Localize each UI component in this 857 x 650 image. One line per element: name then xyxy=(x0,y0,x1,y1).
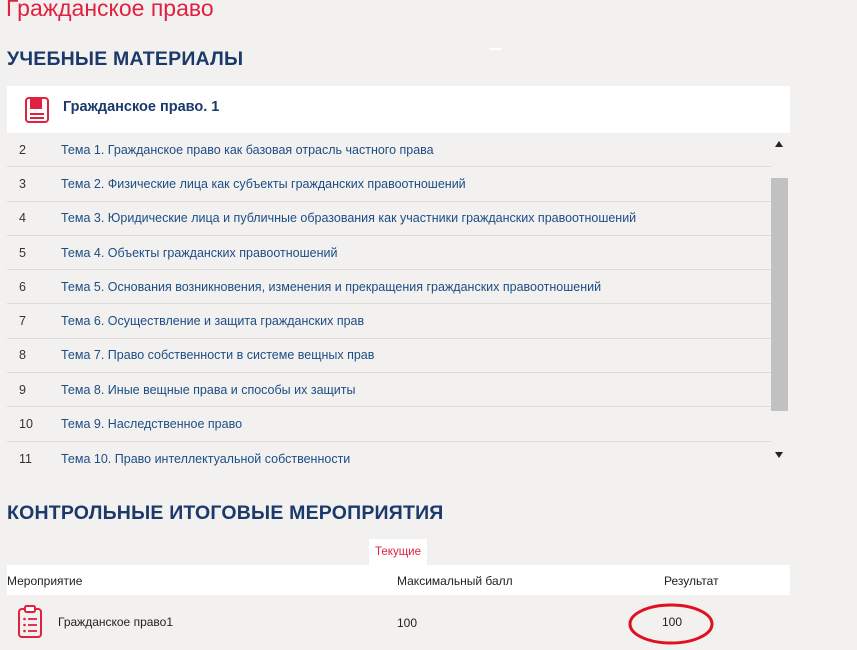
topic-row[interactable]: 3 Тема 2. Физические лица как субъекты г… xyxy=(7,167,771,202)
topic-row[interactable]: 8 Тема 7. Право собственности в системе … xyxy=(7,339,771,374)
highlight-annotation-ellipse xyxy=(628,603,714,645)
topic-list: 2 Тема 1. Гражданское право как базовая … xyxy=(7,133,771,469)
topic-row[interactable]: 10 Тема 9. Наследственное право xyxy=(7,407,771,442)
book-icon xyxy=(25,97,49,123)
topic-link[interactable]: Тема 1. Гражданское право как базовая от… xyxy=(61,143,434,157)
scroll-up-arrow-icon[interactable] xyxy=(775,141,783,147)
topic-number: 8 xyxy=(19,348,26,363)
topic-link[interactable]: Тема 4. Объекты гражданских правоотношен… xyxy=(61,246,337,260)
column-header-max-score: Максимальный балл xyxy=(397,574,513,588)
course-card[interactable]: Гражданское право. 1 xyxy=(7,86,790,133)
divider xyxy=(489,48,501,50)
events-section-title: КОНТРОЛЬНЫЕ ИТОГОВЫЕ МЕРОПРИЯТИЯ xyxy=(7,502,444,524)
topic-row[interactable]: 7 Тема 6. Осуществление и защита граждан… xyxy=(7,304,771,339)
materials-section-title: УЧЕБНЫЕ МАТЕРИАЛЫ xyxy=(7,48,244,70)
topic-number: 5 xyxy=(19,245,26,260)
topic-row[interactable]: 4 Тема 3. Юридические лица и публичные о… xyxy=(7,202,771,236)
topic-link[interactable]: Тема 2. Физические лица как субъекты гра… xyxy=(61,177,466,191)
topic-number: 11 xyxy=(19,451,32,466)
table-header: Мероприятие Максимальный балл Результат xyxy=(7,565,790,595)
scroll-down-arrow-icon[interactable] xyxy=(775,452,783,458)
column-header-event: Мероприятие xyxy=(7,574,83,588)
topic-row[interactable]: 2 Тема 1. Гражданское право как базовая … xyxy=(7,133,771,168)
topic-number: 9 xyxy=(19,382,26,397)
topic-link[interactable]: Тема 6. Осуществление и защита гражданск… xyxy=(61,314,364,328)
topic-row[interactable]: 11 Тема 10. Право интеллектуальной собст… xyxy=(7,442,771,469)
topic-link[interactable]: Тема 5. Основания возникновения, изменен… xyxy=(61,280,601,294)
scroll-thumb[interactable] xyxy=(771,178,788,411)
page-title: Гражданское право xyxy=(6,0,214,21)
topic-list-scrollbar[interactable] xyxy=(771,133,789,469)
topic-link[interactable]: Тема 8. Иные вещные права и способы их з… xyxy=(61,383,356,397)
tab-current[interactable]: Текущие xyxy=(369,539,427,565)
topic-number: 4 xyxy=(19,211,26,226)
topic-number: 3 xyxy=(19,176,26,191)
topic-number: 2 xyxy=(19,142,26,157)
topic-link[interactable]: Тема 7. Право собственности в системе ве… xyxy=(61,348,374,362)
topic-link[interactable]: Тема 9. Наследственное право xyxy=(61,417,242,431)
event-max-score: 100 xyxy=(397,616,418,630)
topic-number: 7 xyxy=(19,314,26,329)
topic-row[interactable]: 6 Тема 5. Основания возникновения, измен… xyxy=(7,270,771,305)
topic-link[interactable]: Тема 3. Юридические лица и публичные обр… xyxy=(61,211,636,225)
topic-number: 10 xyxy=(19,417,33,432)
topic-link[interactable]: Тема 10. Право интеллектуальной собствен… xyxy=(61,452,350,466)
clipboard-icon xyxy=(18,605,42,638)
topic-row[interactable]: 9 Тема 8. Иные вещные права и способы их… xyxy=(7,373,771,408)
column-header-result: Результат xyxy=(664,574,719,588)
course-name[interactable]: Гражданское право. 1 xyxy=(63,99,219,115)
event-name[interactable]: Гражданское право1 xyxy=(58,615,173,629)
topic-row[interactable]: 5 Тема 4. Объекты гражданских правоотнош… xyxy=(7,236,771,271)
topic-number: 6 xyxy=(19,279,26,294)
